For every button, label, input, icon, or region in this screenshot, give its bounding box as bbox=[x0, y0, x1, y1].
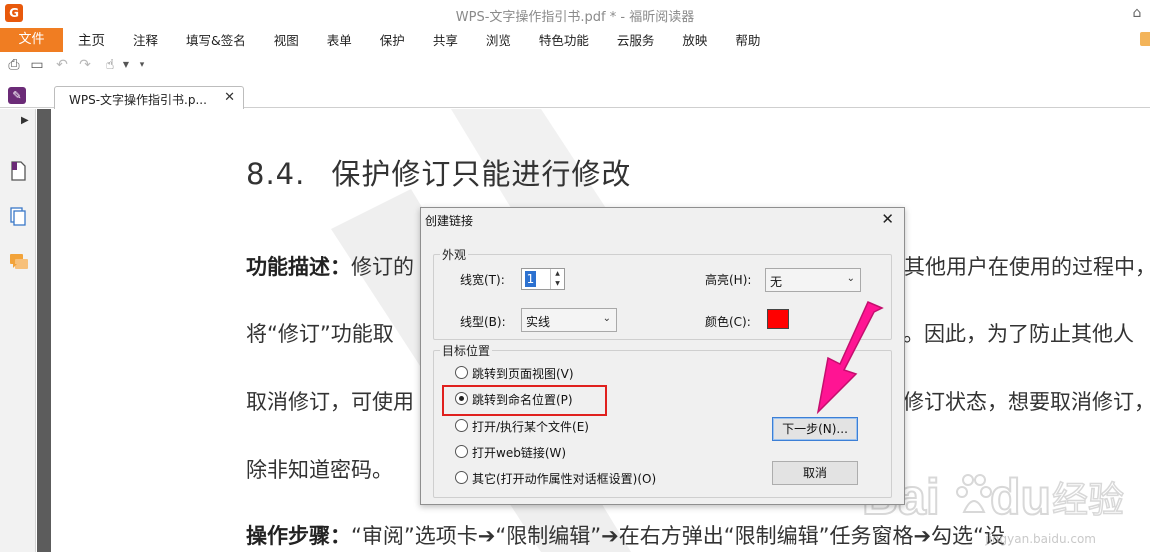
baidu-watermark-url: jingyan.baidu.com bbox=[985, 532, 1096, 546]
tab-close-icon[interactable]: ✕ bbox=[224, 90, 235, 105]
next-button[interactable]: 下一步(N)... bbox=[772, 417, 858, 441]
svg-text:经验: 经验 bbox=[1052, 480, 1124, 521]
undo-icon[interactable]: ↶ bbox=[53, 56, 71, 74]
folder-icon[interactable] bbox=[1140, 32, 1150, 46]
comments-icon[interactable] bbox=[9, 252, 28, 272]
radio-button[interactable] bbox=[455, 419, 468, 432]
layers-icon[interactable] bbox=[9, 207, 27, 227]
line-width-label: 线宽(T): bbox=[460, 273, 505, 287]
paragraph-1: 功能描述：修订的 bbox=[246, 255, 414, 279]
line-style-value: 实线 bbox=[526, 315, 551, 329]
radio-label[interactable]: 跳转到页面视图(V) bbox=[472, 365, 574, 382]
menu-protect[interactable]: 保护 bbox=[366, 28, 419, 52]
document-gutter bbox=[37, 109, 51, 552]
menu-help[interactable]: 帮助 bbox=[721, 28, 774, 52]
highlight-select[interactable]: 无 ⌄ bbox=[765, 268, 861, 292]
left-nav-panel: ▶ bbox=[0, 109, 36, 552]
line-width-spinner[interactable]: 1 ▲ ▼ bbox=[521, 268, 565, 290]
menu-bar: 文件 主页 注释 填写&签名 视图 表单 保护 共享 浏览 特色功能 云服务 放… bbox=[0, 28, 1150, 52]
line-style-label: 线型(B): bbox=[460, 315, 506, 329]
menu-present[interactable]: 放映 bbox=[668, 28, 721, 52]
menu-home[interactable]: 主页 bbox=[63, 28, 119, 52]
radio-label[interactable]: 打开/执行某个文件(E) bbox=[472, 418, 589, 435]
tab-document-label: WPS-文字操作指引书.p... bbox=[69, 93, 207, 107]
properties-icon[interactable]: ▭ bbox=[28, 56, 46, 74]
paragraph-4: 除非知道密码。 bbox=[246, 458, 393, 482]
menu-items: 主页 注释 填写&签名 视图 表单 保护 共享 浏览 特色功能 云服务 放映 帮… bbox=[63, 28, 774, 52]
chevron-down-icon: ⌄ bbox=[602, 313, 611, 324]
paragraph-3: 取消修订，可使用 bbox=[246, 390, 414, 414]
menu-fill-sign[interactable]: 填写&签名 bbox=[172, 28, 260, 52]
radio-button[interactable] bbox=[455, 445, 468, 458]
document-tab-bar: ✎ WPS-文字操作指引书.p... ✕ bbox=[0, 84, 1150, 109]
customize-toolbar-icon[interactable]: ▾ bbox=[133, 56, 151, 74]
doc-app-icon: ✎ bbox=[8, 87, 26, 104]
title-bar: G WPS-文字操作指引书.pdf * - 福昕阅读器 ⌂ bbox=[0, 0, 1150, 28]
dialog-title: 创建链接 bbox=[425, 214, 474, 228]
svg-text:du: du bbox=[990, 469, 1051, 525]
page-thumbnails-icon[interactable] bbox=[9, 161, 27, 181]
paragraph-5: 操作步骤：“审阅”选项卡➔“限制编辑”➔在右方弹出“限制编辑”任务窗格➔勾选“设 bbox=[246, 524, 1005, 548]
quick-access-toolbar: ⎙ ▭ ↶ ↷ ☝ ▼ ▾ bbox=[0, 52, 1150, 78]
menu-form[interactable]: 表单 bbox=[313, 28, 366, 52]
expand-panel-icon[interactable]: ▶ bbox=[21, 115, 29, 126]
menu-comment[interactable]: 注释 bbox=[119, 28, 172, 52]
paragraph-1-right: 其他用户在使用的过程中， bbox=[904, 255, 1150, 279]
cancel-button[interactable]: 取消 bbox=[772, 461, 858, 485]
radio-button[interactable] bbox=[455, 471, 468, 484]
section-heading: 8.4. 保护修订只能进行修改 bbox=[246, 157, 632, 191]
radio-label[interactable]: 打开web链接(W) bbox=[472, 444, 566, 461]
paragraph-3-right: 修订状态，想要取消修订， bbox=[903, 390, 1150, 414]
spinner-up-icon[interactable]: ▲ bbox=[551, 269, 564, 279]
radio-label[interactable]: 其它(打开动作属性对话框设置)(O) bbox=[472, 470, 656, 487]
menu-share[interactable]: 共享 bbox=[419, 28, 472, 52]
annotation-highlight-box bbox=[442, 385, 607, 416]
highlight-value: 无 bbox=[770, 275, 783, 289]
window-menu-icon[interactable]: ⌂ bbox=[1128, 4, 1146, 22]
radio-button[interactable] bbox=[455, 366, 468, 379]
paragraph-2: 将“修订”功能取 bbox=[246, 322, 394, 346]
menu-features[interactable]: 特色功能 bbox=[525, 28, 603, 52]
redo-icon[interactable]: ↷ bbox=[76, 56, 94, 74]
highlight-label: 高亮(H): bbox=[705, 273, 752, 287]
color-label: 颜色(C): bbox=[705, 315, 751, 329]
spinner-down-icon[interactable]: ▼ bbox=[551, 279, 564, 289]
menu-view[interactable]: 视图 bbox=[260, 28, 313, 52]
color-picker-swatch[interactable] bbox=[767, 309, 789, 329]
line-width-value[interactable]: 1 bbox=[525, 271, 536, 287]
menu-cloud[interactable]: 云服务 bbox=[603, 28, 669, 52]
print-icon[interactable]: ⎙ bbox=[5, 56, 23, 74]
menu-file[interactable]: 文件 bbox=[0, 28, 63, 52]
tab-document[interactable]: WPS-文字操作指引书.p... ✕ bbox=[54, 86, 244, 109]
appearance-legend: 外观 bbox=[440, 246, 469, 263]
spinner-buttons[interactable]: ▲ ▼ bbox=[550, 269, 564, 289]
dialog-close-icon[interactable]: ✕ bbox=[881, 210, 894, 228]
target-legend: 目标位置 bbox=[440, 342, 493, 359]
line-style-select[interactable]: 实线 ⌄ bbox=[521, 308, 617, 332]
chevron-down-icon: ⌄ bbox=[846, 273, 855, 284]
paragraph-2-right: 。因此，为了防止其他人 bbox=[903, 322, 1134, 346]
menu-browse[interactable]: 浏览 bbox=[472, 28, 525, 52]
window-title: WPS-文字操作指引书.pdf * - 福昕阅读器 bbox=[455, 10, 695, 25]
